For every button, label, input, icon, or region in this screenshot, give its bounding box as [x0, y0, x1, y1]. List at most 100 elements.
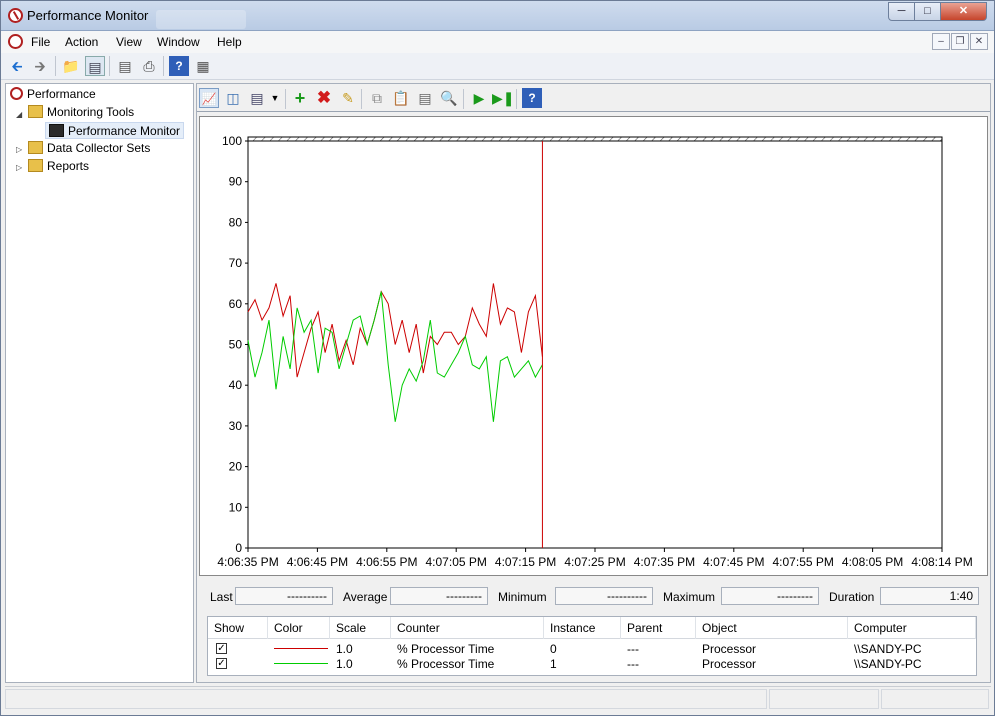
mmc-system-icon[interactable] [8, 34, 23, 49]
statistics-bar: Last ---------- Average --------- Minimu… [197, 586, 990, 608]
view-current-activity-icon[interactable]: 📈 [199, 88, 219, 108]
instance-cell: 1 [550, 657, 557, 671]
properties-icon[interactable]: ▤ [115, 56, 135, 76]
x-tick-label: 4:07:35 PM [634, 555, 695, 569]
y-tick-label: 80 [229, 215, 243, 229]
legend-row[interactable]: ✓ 1.0 % Processor Time 0 --- Processor \… [208, 641, 976, 657]
y-tick-label: 40 [229, 378, 243, 392]
x-tick-label: 4:07:15 PM [495, 555, 556, 569]
plot-frame [247, 140, 943, 549]
average-value: --------- [390, 587, 488, 605]
print-icon[interactable]: ⎙ [139, 56, 159, 76]
child-minimize-button[interactable]: – [932, 33, 950, 50]
header-parent[interactable]: Parent [621, 617, 696, 639]
update-data-icon[interactable]: ▶❚ [492, 88, 515, 108]
console-tree: Performance ◢ Monitoring Tools Performan… [5, 83, 194, 683]
tree-item-performance-monitor[interactable]: Performance Monitor [45, 122, 185, 139]
menu-view[interactable]: View [116, 35, 142, 49]
tree-item-data-collector-sets[interactable]: Data Collector Sets [28, 140, 150, 157]
collapse-arrow-icon[interactable]: ◢ [16, 110, 22, 119]
menu-help[interactable]: Help [217, 35, 242, 49]
child-restore-button[interactable]: ❐ [951, 33, 969, 50]
console-view-icon[interactable]: ▦ [193, 56, 213, 76]
unfreeze-display-icon[interactable]: ▶ [469, 88, 489, 108]
tree-item-monitoring-tools[interactable]: Monitoring Tools [28, 104, 134, 121]
average-label: Average [343, 590, 388, 604]
graph-area[interactable]: 0 10 20 30 40 50 60 70 80 90 100 4:06:35 PM 4:06:45… [199, 116, 988, 576]
zoom-icon[interactable]: 🔍 [439, 88, 459, 108]
maximum-label: Maximum [663, 590, 716, 604]
copy-properties-icon[interactable]: ⧉ [367, 88, 387, 108]
view-log-data-icon[interactable]: ◫ [223, 88, 243, 108]
show-hide-tree-icon[interactable]: ▤ [85, 56, 105, 76]
status-bar [5, 686, 991, 710]
header-show[interactable]: Show [208, 617, 268, 639]
highlight-icon[interactable]: ✎ [338, 88, 358, 108]
tree-item-performance[interactable]: Performance [10, 86, 96, 103]
last-value: ---------- [235, 587, 333, 605]
y-tick-label: 100 [222, 134, 242, 148]
line-chart: 0 10 20 30 40 50 60 70 80 90 100 4:06:35 PM 4:06:45… [217, 134, 972, 569]
up-folder-icon[interactable]: 📁 [61, 56, 81, 76]
x-tick-label: 4:06:35 PM [217, 555, 278, 569]
counter-cell: % Processor Time [397, 642, 495, 656]
header-counter[interactable]: Counter [391, 617, 544, 639]
window-title: Performance Monitor [27, 8, 149, 23]
forward-arrow-icon[interactable]: 🡲 [30, 56, 50, 76]
duration-label: Duration [829, 590, 875, 604]
maximize-button[interactable]: □ [914, 2, 941, 21]
menu-file[interactable]: File [31, 35, 50, 49]
expand-arrow-icon[interactable]: ▷ [16, 145, 22, 154]
y-tick-label: 90 [229, 175, 243, 189]
legend-row[interactable]: ✓ 1.0 % Processor Time 1 --- Processor \… [208, 656, 976, 672]
object-cell: Processor [702, 657, 757, 671]
show-checkbox[interactable]: ✓ [216, 643, 227, 654]
header-object[interactable]: Object [696, 617, 848, 639]
counter-cell: % Processor Time [397, 657, 495, 671]
header-instance[interactable]: Instance [544, 617, 621, 639]
properties-icon[interactable]: ▤ [415, 88, 435, 108]
perfmon-app-icon [8, 8, 23, 23]
add-counter-icon[interactable]: + [290, 88, 310, 108]
x-tick-label: 4:07:05 PM [426, 555, 487, 569]
graph-toolbar: 📈 ◫ ▤ ▼ + ✖ ✎ ⧉ 📋 ▤ 🔍 ▶ ▶❚ ? [197, 84, 990, 112]
help-icon[interactable]: ? [169, 56, 189, 76]
x-tick-label: 4:08:14 PM [911, 555, 972, 569]
y-tick-label: 10 [229, 500, 243, 514]
help-icon[interactable]: ? [522, 88, 542, 108]
color-swatch [274, 648, 328, 649]
minimize-button[interactable]: ─ [888, 2, 915, 21]
menu-window[interactable]: Window [157, 35, 200, 49]
header-computer[interactable]: Computer [848, 617, 976, 639]
paste-counter-list-icon[interactable]: 📋 [391, 88, 411, 108]
back-arrow-icon[interactable]: 🡰 [7, 56, 27, 76]
y-tick-label: 0 [235, 541, 242, 555]
color-swatch [274, 663, 328, 664]
y-tick-label: 50 [229, 338, 243, 352]
x-tick-label: 4:07:45 PM [703, 555, 764, 569]
graph-type-dropdown-icon[interactable]: ▼ [265, 88, 285, 108]
y-tick-label: 30 [229, 419, 243, 433]
computer-cell: \\SANDY-PC [854, 657, 922, 671]
title-bar[interactable]: Performance Monitor ─ □ ✕ [1, 1, 994, 31]
delete-counter-icon[interactable]: ✖ [314, 88, 334, 108]
minimum-value: ---------- [555, 587, 653, 605]
chart-monitor-icon [49, 124, 64, 137]
y-tick-label: 20 [229, 460, 243, 474]
status-section-3 [881, 689, 989, 709]
legend-header: Show Color Scale Counter Instance Parent… [208, 617, 976, 639]
tree-item-reports[interactable]: Reports [28, 158, 89, 175]
app-window: Performance Monitor ─ □ ✕ File Action Vi… [0, 0, 995, 716]
menu-action[interactable]: Action [65, 35, 98, 49]
x-tick-label: 4:06:45 PM [287, 555, 348, 569]
header-color[interactable]: Color [268, 617, 330, 639]
performance-monitor-pane: 📈 ◫ ▤ ▼ + ✖ ✎ ⧉ 📋 ▤ 🔍 ▶ ▶❚ ? 0 10 20 30 … [196, 83, 991, 683]
change-graph-type-icon[interactable]: ▤ [247, 88, 267, 108]
show-checkbox[interactable]: ✓ [216, 658, 227, 669]
perfmon-icon [10, 87, 23, 100]
header-scale[interactable]: Scale [330, 617, 391, 639]
child-close-button[interactable]: ✕ [970, 33, 988, 50]
parent-cell: --- [627, 642, 639, 656]
close-button[interactable]: ✕ [940, 2, 987, 21]
expand-arrow-icon[interactable]: ▷ [16, 163, 22, 172]
